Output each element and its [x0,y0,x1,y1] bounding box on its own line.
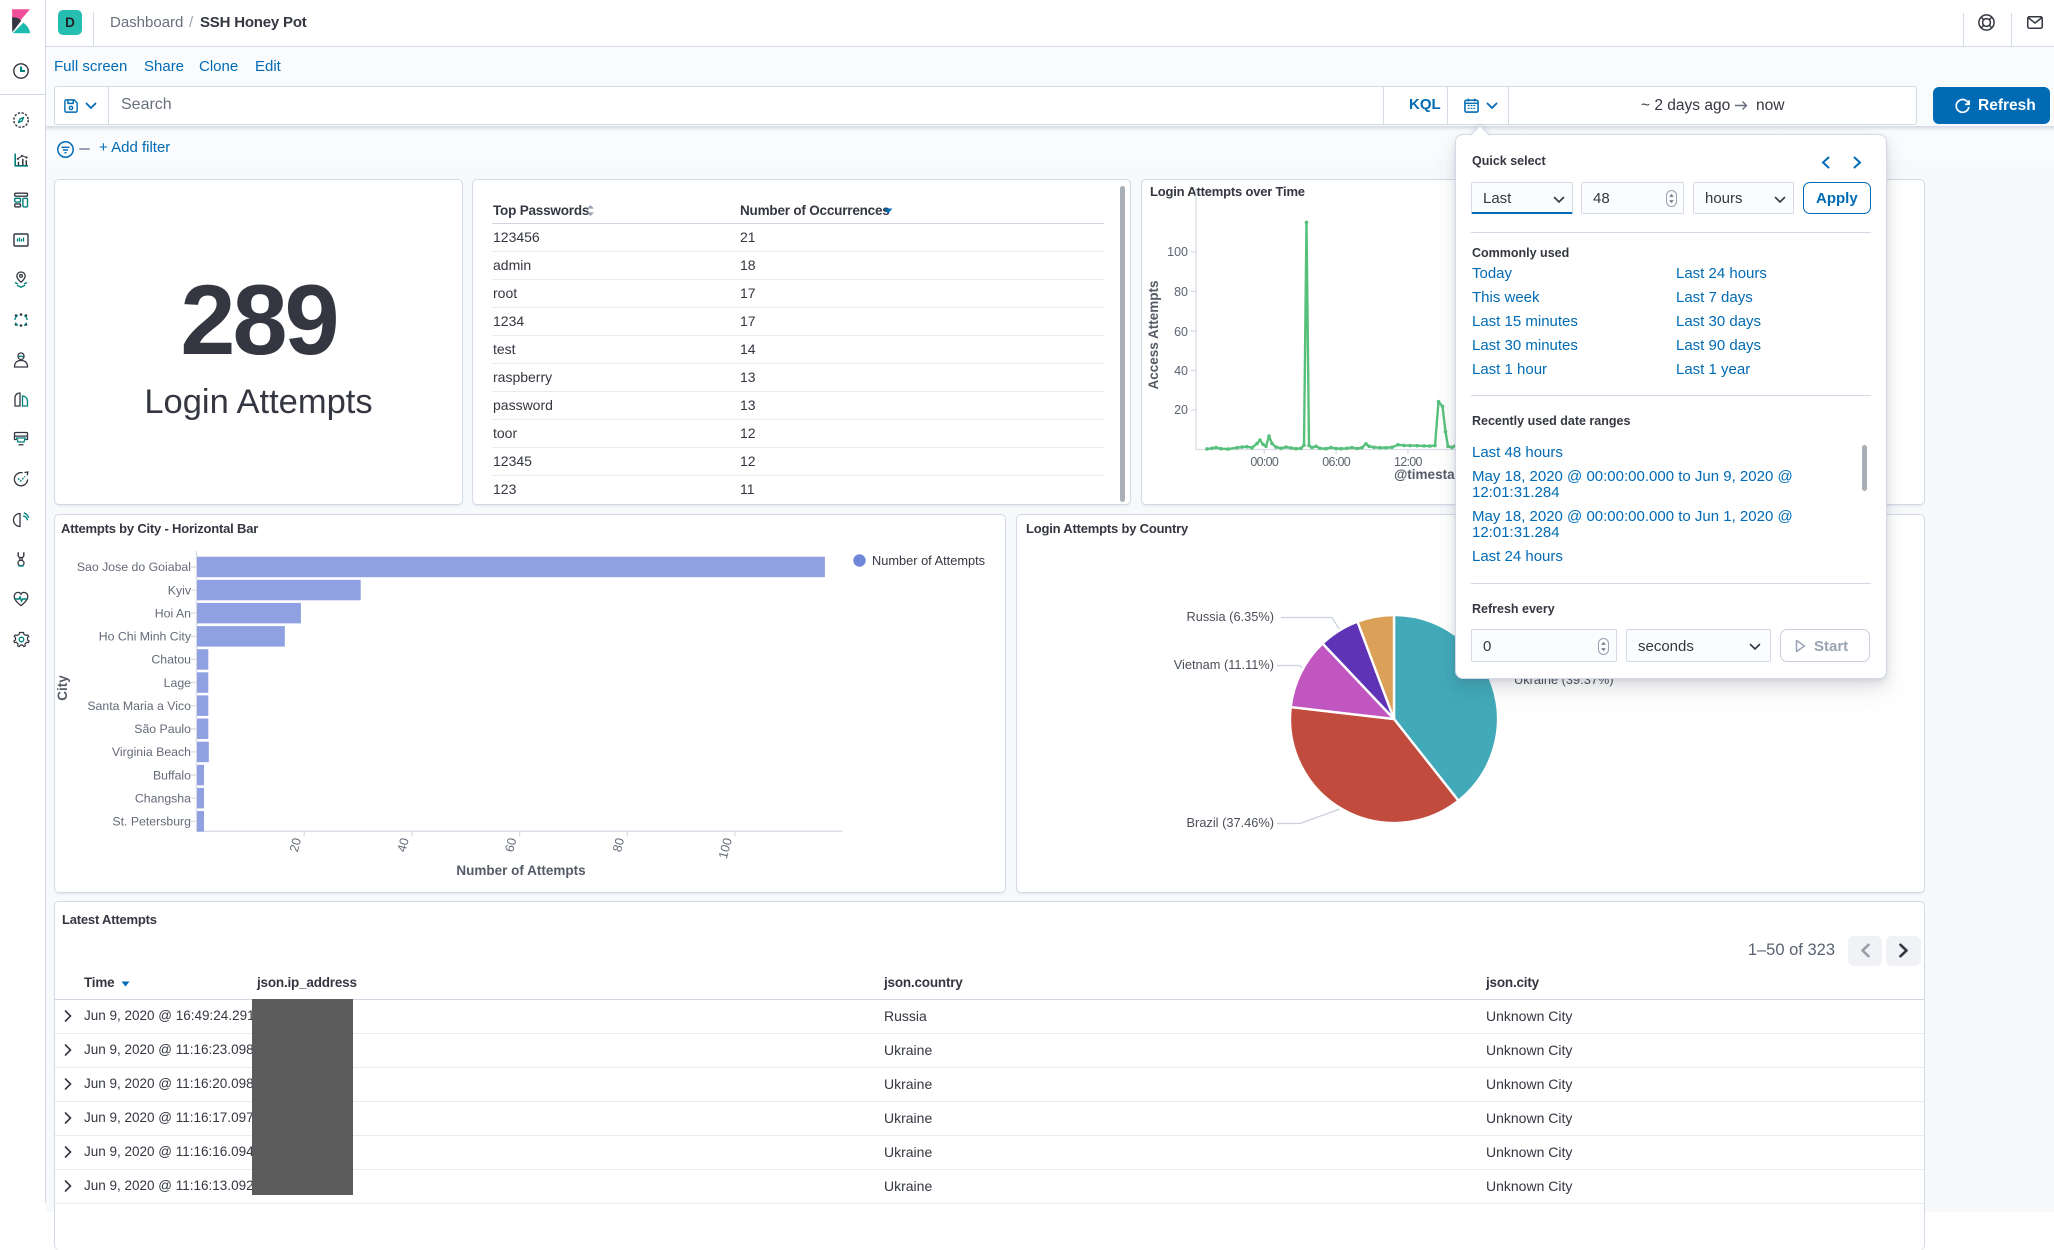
svg-text:Brazil (37.46%): Brazil (37.46%) [1187,815,1274,830]
svg-text:Russia (6.35%): Russia (6.35%) [1187,609,1274,624]
svg-text:Vietnam (11.11%): Vietnam (11.11%) [1174,657,1274,672]
